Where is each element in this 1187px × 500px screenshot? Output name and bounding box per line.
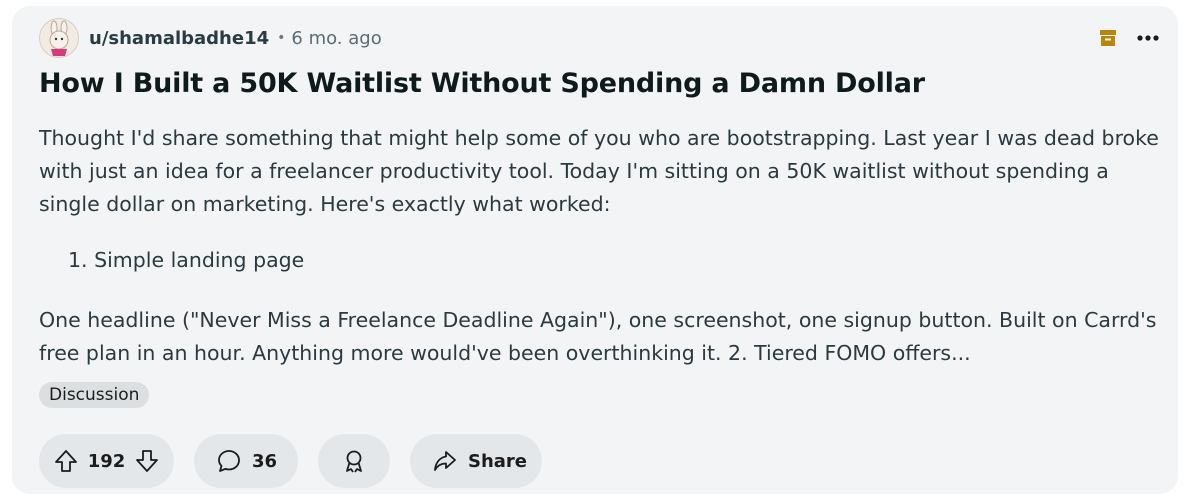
vote-control: 192 [39, 434, 174, 488]
meta-separator: • [277, 30, 286, 46]
vote-count: 192 [87, 450, 126, 472]
post-body-intro: Thought I'd share something that might h… [39, 126, 1159, 216]
archive-icon[interactable] [1098, 28, 1118, 48]
award-button[interactable] [318, 434, 390, 488]
share-arrow-icon [432, 448, 458, 474]
more-options-icon[interactable] [1136, 34, 1160, 42]
user-avatar[interactable] [39, 18, 79, 58]
avatar-icon [49, 20, 69, 56]
list-item: 1. Simple landing page [68, 248, 305, 272]
comment-bubble-icon [216, 448, 242, 474]
post-body-continued: One headline ("Never Miss a Freelance De… [39, 308, 1157, 365]
post-header: u/shamalbadhe14 • 6 mo. ago [39, 16, 1160, 60]
post-author[interactable]: u/shamalbadhe14 [89, 28, 269, 49]
post-timestamp: 6 mo. ago [291, 27, 382, 49]
award-icon [341, 448, 367, 474]
flair-badge[interactable]: Discussion [39, 382, 150, 408]
post-card[interactable]: u/shamalbadhe14 • 6 mo. ago How I Built … [12, 6, 1178, 494]
comment-count: 36 [252, 450, 278, 472]
post-title[interactable]: How I Built a 50K Waitlist Without Spend… [39, 68, 925, 99]
share-label: Share [468, 450, 528, 472]
share-button[interactable]: Share [410, 434, 542, 488]
comments-button[interactable]: 36 [194, 434, 298, 488]
upvote-arrow-icon[interactable] [53, 448, 79, 474]
action-bar: 192 36 Share [39, 434, 542, 488]
downvote-arrow-icon[interactable] [134, 448, 160, 474]
